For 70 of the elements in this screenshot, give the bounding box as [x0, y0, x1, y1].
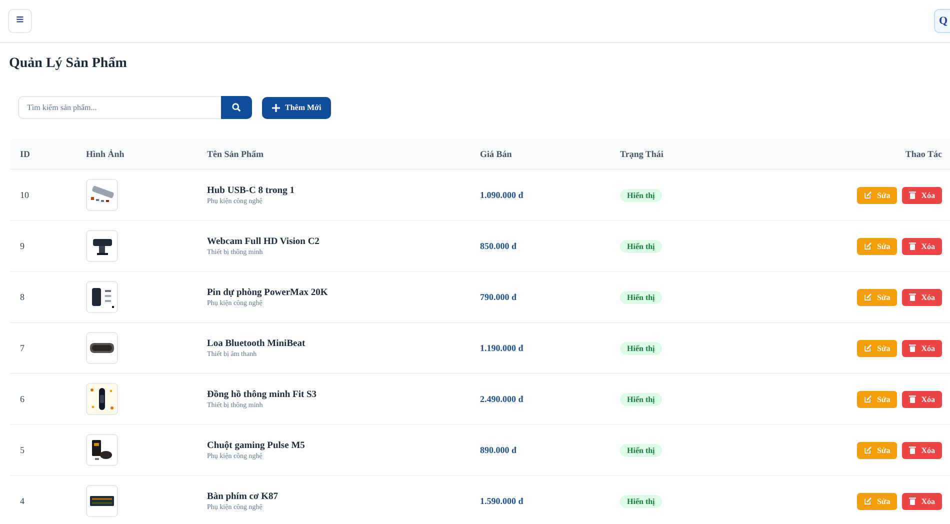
delete-button[interactable]: Xóa	[902, 186, 942, 204]
column-header: Trạng Thái	[620, 149, 664, 159]
price: 790.000 đ	[480, 292, 517, 302]
edit-icon	[864, 191, 872, 199]
column-header: Thao Tác	[904, 149, 942, 159]
id-cell: 5	[20, 445, 24, 455]
page-title: Quản Lý Sản Phẩm	[9, 56, 128, 72]
status-badge: Hiển thị	[620, 188, 662, 202]
edit-icon	[864, 242, 872, 250]
product-name: Hub USB-C 8 trong 1	[207, 186, 296, 196]
id-cell: 7	[20, 343, 24, 353]
status-badge: Hiển thị	[620, 290, 662, 304]
edit-button[interactable]: Sửa	[856, 238, 898, 254]
status-badge: Hiển thị	[620, 240, 662, 252]
account-button[interactable]: Q	[934, 9, 950, 33]
id-cell: 9	[20, 241, 24, 251]
trash-icon	[909, 191, 916, 199]
edit-button[interactable]: Sửa	[856, 340, 898, 356]
status-badge: Hiển thị	[620, 342, 662, 354]
product-name: Pin dự phòng PowerMax 20K	[207, 288, 329, 298]
column-header: Giá Bán	[480, 149, 513, 159]
trash-icon	[909, 242, 916, 250]
search-button[interactable]	[221, 96, 252, 119]
product-name: Webcam Full HD Vision C2	[207, 236, 320, 246]
edit-icon	[864, 497, 872, 505]
product-name: Bàn phím cơ K87	[207, 492, 279, 502]
product-name: Đồng hồ thông minh Fit S3	[207, 390, 318, 400]
price: 1.190.000 đ	[480, 343, 524, 353]
delete-button[interactable]: Xóa	[902, 340, 942, 356]
id-cell: 4	[20, 496, 24, 506]
edit-icon	[864, 344, 872, 352]
trash-icon	[909, 344, 916, 352]
price: 1.090.000 đ	[480, 190, 524, 200]
search-icon	[232, 103, 241, 112]
search-field[interactable]: Tìm kiếm sản phẩm...	[18, 96, 221, 119]
status-badge: Hiển thị	[620, 444, 662, 456]
trash-icon	[909, 497, 916, 505]
edit-button[interactable]: Sửa	[856, 186, 898, 204]
plus-icon	[272, 104, 280, 112]
delete-button[interactable]: Xóa	[902, 390, 942, 408]
price: 890.000 đ	[480, 445, 517, 455]
delete-button[interactable]: Xóa	[902, 492, 942, 510]
delete-button[interactable]: Xóa	[902, 288, 942, 306]
price: 850.000 đ	[480, 241, 517, 251]
price: 2.490.000 đ	[480, 394, 524, 404]
id-cell: 10	[20, 190, 29, 200]
delete-button[interactable]: Xóa	[902, 442, 942, 458]
trash-icon	[909, 446, 916, 454]
edit-button[interactable]: Sửa	[856, 442, 898, 458]
id-cell: 6	[20, 394, 24, 404]
edit-button[interactable]: Sửa	[856, 390, 898, 408]
column-header: Tên Sản Phẩm	[207, 149, 265, 159]
delete-button[interactable]: Xóa	[902, 238, 942, 254]
price: 1.590.000 đ	[480, 496, 524, 506]
column-header: ID	[20, 149, 32, 159]
edit-icon	[864, 395, 872, 403]
product-name: Loa Bluetooth MiniBeat	[207, 338, 306, 348]
id-cell: 8	[20, 292, 24, 302]
status-badge: Hiển thị	[620, 494, 662, 508]
add-new-button[interactable]: Thêm Mới	[262, 96, 332, 118]
trash-icon	[909, 395, 916, 403]
product-name: Chuột gaming Pulse M5	[207, 440, 306, 450]
edit-icon	[864, 293, 872, 301]
edit-button[interactable]: Sửa	[856, 492, 898, 510]
status-badge: Hiển thị	[620, 392, 662, 406]
menu-button[interactable]: ≡	[8, 9, 32, 33]
edit-icon	[864, 446, 872, 454]
edit-button[interactable]: Sửa	[856, 288, 898, 306]
trash-icon	[909, 293, 916, 301]
column-header: Hình Ảnh	[86, 149, 126, 159]
